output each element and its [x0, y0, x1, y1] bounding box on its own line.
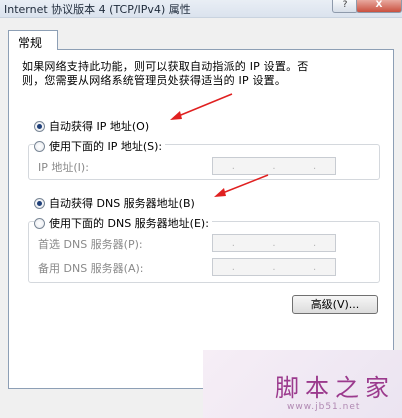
alternate-dns-label: 备用 DNS 服务器(A): [38, 262, 144, 275]
radio-auto-dns-label: 自动获得 DNS 服务器地址(B) [49, 197, 195, 210]
radio-button-icon[interactable] [34, 197, 45, 209]
description-line-2: 则，您需要从网络系统管理员处获得适当的 IP 设置。 [22, 74, 287, 87]
window-title: Internet 协议版本 4 (TCP/IPv4) 属性 [4, 3, 191, 16]
description-text: 如果网络支持此功能，则可以获取自动指派的 IP 设置。否 则，您需要从网络系统管… [22, 60, 382, 88]
watermark: 脚本之家 www.jb51.net [203, 350, 402, 418]
radio-manual-dns-label: 使用下面的 DNS 服务器地址(E): [49, 217, 209, 230]
preferred-dns-row: 首选 DNS 服务器(P): ... [38, 234, 338, 252]
description-line-1: 如果网络支持此功能，则可以获取自动指派的 IP 设置。否 [22, 60, 309, 73]
radio-manual-ip-label: 使用下面的 IP 地址(S): [49, 140, 163, 153]
radio-auto-ip[interactable]: 自动获得 IP 地址(O) [34, 118, 149, 134]
ip-address-field[interactable]: ... [212, 157, 336, 175]
radio-manual-ip[interactable]: 使用下面的 IP 地址(S): [34, 138, 166, 154]
tab-general[interactable]: 常规 [8, 30, 58, 50]
alternate-dns-field[interactable]: ... [212, 258, 336, 276]
watermark-url: www.jb51.net [287, 402, 361, 412]
radio-manual-dns[interactable]: 使用下面的 DNS 服务器地址(E): [34, 215, 212, 231]
radio-button-icon[interactable] [34, 140, 45, 152]
title-bar: Internet 协议版本 4 (TCP/IPv4) 属性 ? X [0, 0, 402, 18]
alternate-dns-row: 备用 DNS 服务器(A): ... [38, 258, 338, 276]
radio-button-icon[interactable] [34, 217, 45, 229]
radio-auto-ip-label: 自动获得 IP 地址(O) [49, 120, 150, 133]
ip-address-label: IP 地址(I): [38, 161, 89, 174]
advanced-button[interactable]: 高级(V)... [292, 295, 378, 314]
preferred-dns-field[interactable]: ... [212, 234, 336, 252]
tab-general-label: 常规 [18, 36, 43, 50]
radio-auto-dns[interactable]: 自动获得 DNS 服务器地址(B) [34, 195, 195, 211]
close-button[interactable]: X [356, 0, 402, 13]
watermark-site-name: 脚本之家 [275, 374, 395, 402]
help-button[interactable]: ? [332, 0, 358, 13]
radio-button-icon[interactable] [34, 120, 45, 132]
preferred-dns-label: 首选 DNS 服务器(P): [38, 238, 143, 251]
ip-address-row: IP 地址(I): ... [38, 157, 338, 175]
